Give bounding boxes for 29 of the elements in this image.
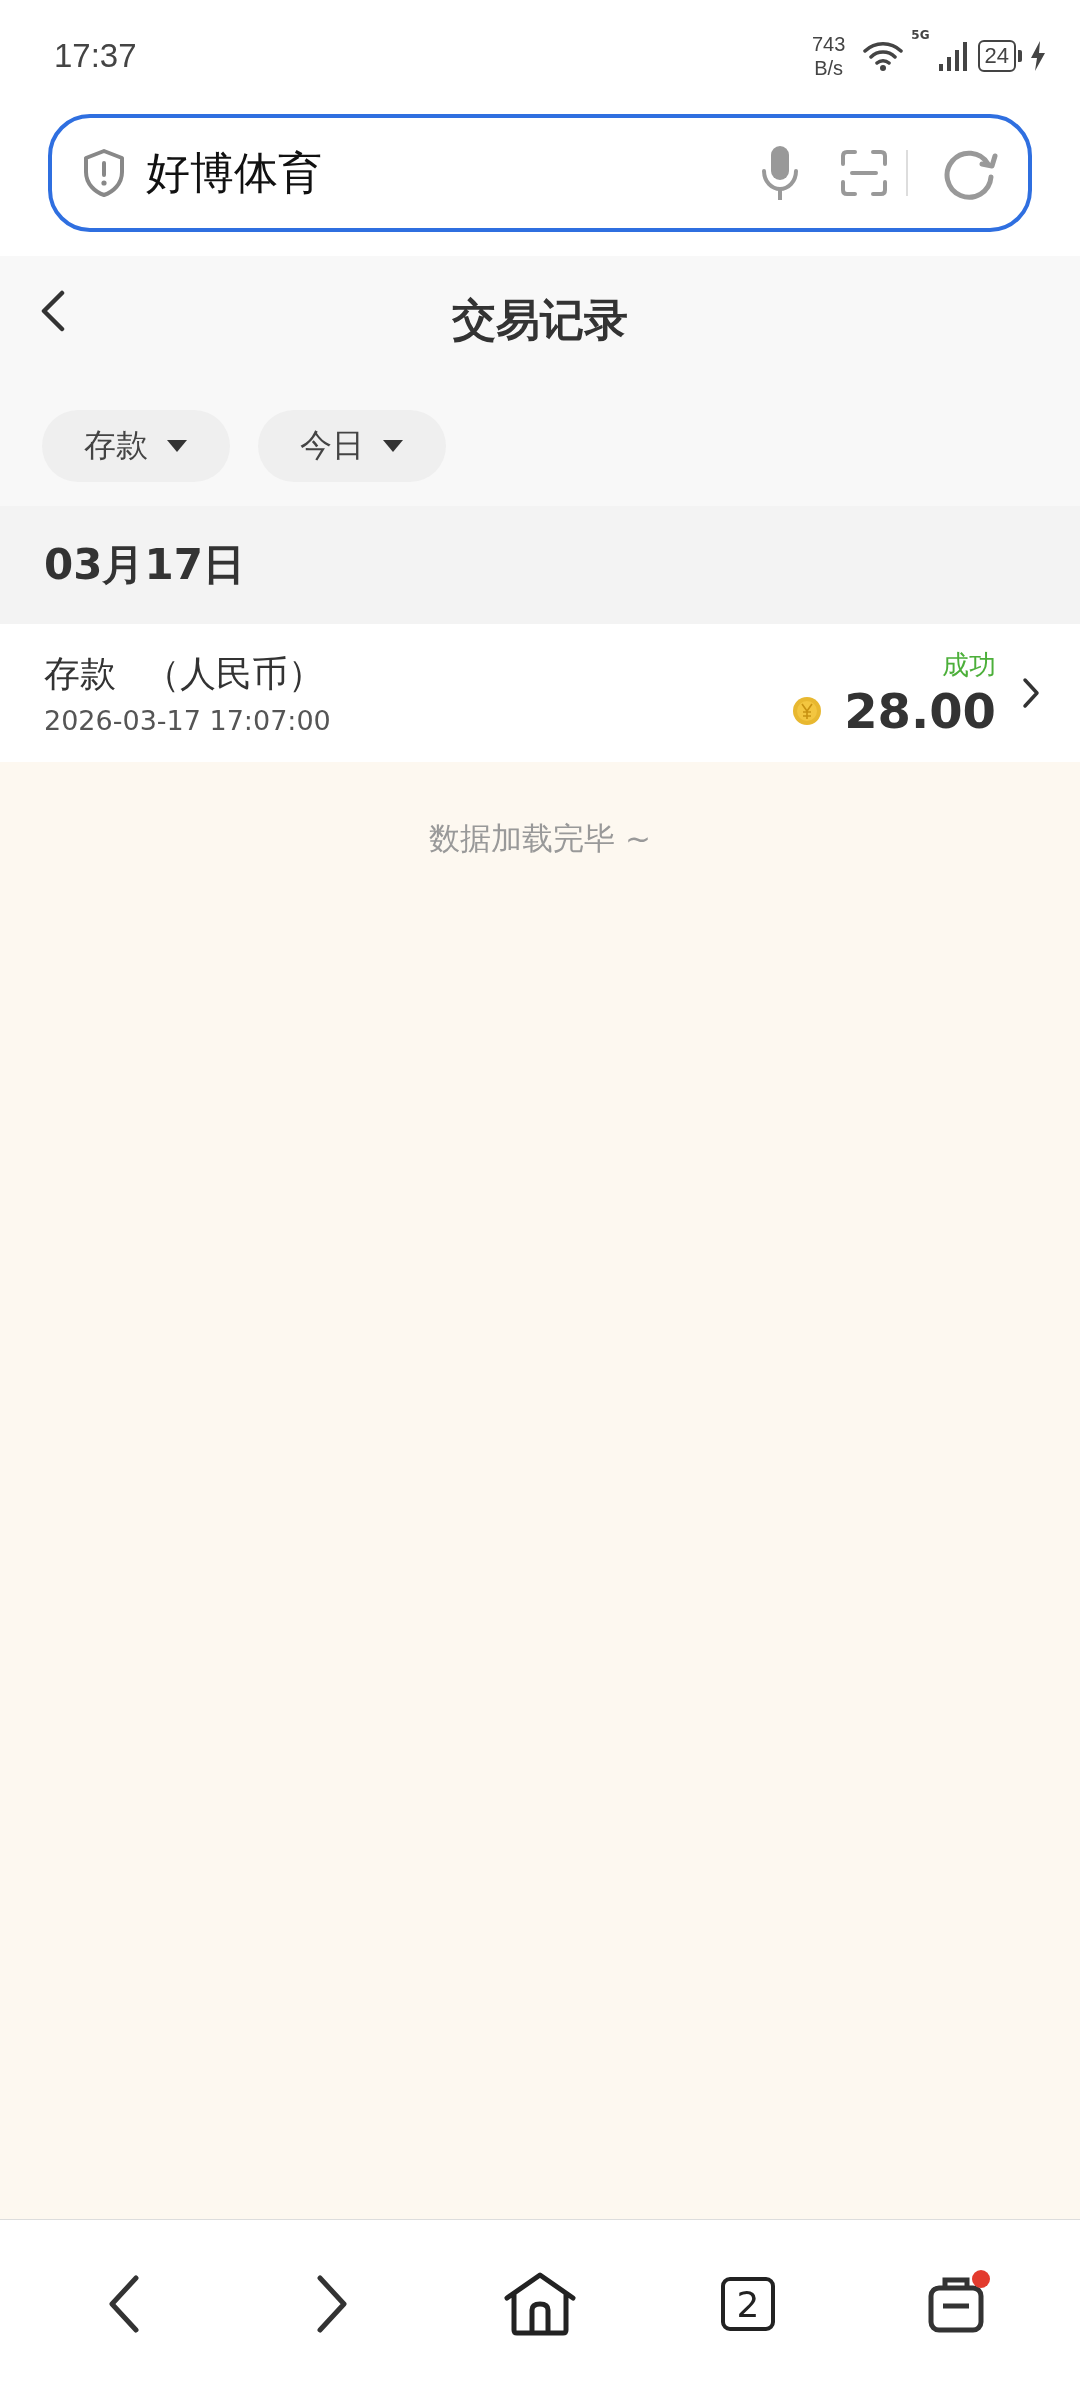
back-icon[interactable] xyxy=(40,290,66,332)
network-speed: 743 xyxy=(811,32,846,56)
shield-icon xyxy=(82,148,126,198)
speed-unit: B/s xyxy=(814,56,844,80)
transaction-time: 2026-03-17 17:07:00 xyxy=(44,705,332,736)
scan-icon[interactable] xyxy=(840,149,888,197)
date-heading: 03月17日 xyxy=(44,539,245,591)
battery-level: 24 xyxy=(977,40,1016,72)
coin-icon xyxy=(792,696,823,726)
transaction-amount: 28.00 xyxy=(844,683,996,739)
address-field[interactable]: 好博体育 xyxy=(48,114,1032,232)
end-of-list-text: 数据加载完毕 ~ xyxy=(429,819,651,858)
signal-icon xyxy=(937,40,970,72)
network-type: 5G xyxy=(911,28,930,42)
currency-label: （人民币） xyxy=(144,652,324,696)
transaction-type: 存款 xyxy=(44,652,116,696)
tabs-button[interactable]: 2 xyxy=(708,2264,788,2344)
wifi-icon xyxy=(863,40,904,72)
page-title: 交易记录 xyxy=(452,292,628,347)
caret-icon xyxy=(382,439,404,453)
chevron-icon xyxy=(1022,677,1040,709)
microphone-icon[interactable] xyxy=(760,144,800,202)
transaction-row[interactable]: 存款 （人民币） 2026-03-17 17:07:00 成功 28.00 xyxy=(0,624,1080,762)
clock: 17:37 xyxy=(54,37,137,75)
transaction-status: 成功 xyxy=(942,648,996,682)
filter-dropdown[interactable]: 今日 xyxy=(258,410,446,482)
filter-dropdown[interactable]: 存款 xyxy=(42,410,230,482)
caret-icon xyxy=(166,439,188,453)
chevron-left-icon xyxy=(106,2274,142,2334)
